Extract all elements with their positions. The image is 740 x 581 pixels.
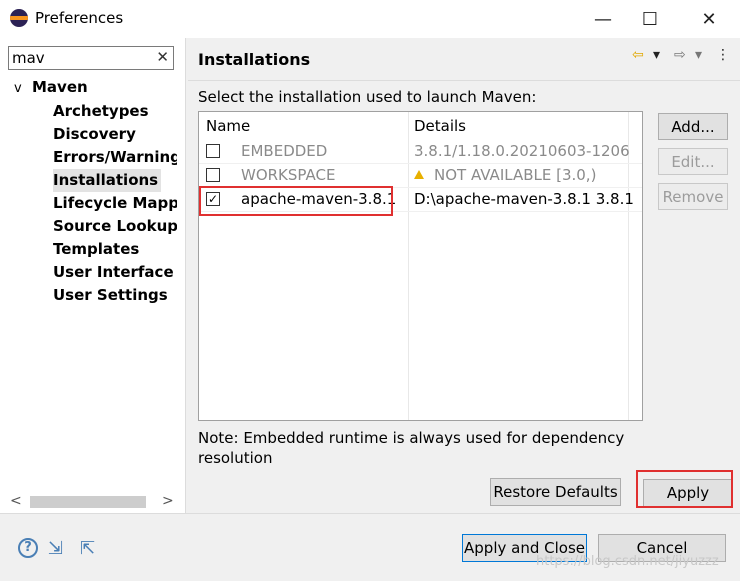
window-title: Preferences: [35, 9, 124, 27]
column-header-details[interactable]: Details: [414, 117, 466, 135]
title-bar: Preferences — ☐ ✕: [0, 0, 740, 38]
view-menu-icon[interactable]: ⋮: [716, 47, 730, 63]
import-icon[interactable]: ⇲: [48, 538, 70, 559]
installation-details: D:\apache-maven-3.8.1 3.8.1: [414, 190, 634, 208]
page-title: Installations: [198, 50, 311, 69]
installation-name: WORKSPACE: [241, 166, 336, 184]
table-header: Name Details: [199, 112, 642, 140]
restore-defaults-button[interactable]: Restore Defaults: [490, 478, 621, 506]
remove-button[interactable]: Remove: [658, 183, 728, 210]
minimize-button[interactable]: —: [580, 4, 626, 34]
scrollbar-thumb[interactable]: [30, 496, 146, 508]
installation-name: EMBEDDED: [241, 142, 328, 160]
forward-menu-icon[interactable]: ▾: [695, 47, 702, 63]
preference-page: Installations ⇦ ▾ ⇨ ▾ ⋮ Select the insta…: [188, 38, 740, 513]
tree-item-templates[interactable]: Templates: [53, 238, 177, 261]
column-header-name[interactable]: Name: [206, 117, 250, 135]
page-header: Installations ⇦ ▾ ⇨ ▾ ⋮: [188, 38, 740, 81]
tree-item-user-settings[interactable]: User Settings: [53, 284, 177, 307]
tree-item-discovery[interactable]: Discovery: [53, 123, 177, 146]
tree-item-source-lookup[interactable]: Source Lookup: [53, 215, 177, 238]
watermark: https://blog.csdn.net/jiyuzzz: [536, 554, 719, 569]
edit-button[interactable]: Edit...: [658, 148, 728, 175]
installation-details: 3.8.1/1.18.0.20210603-1206: [414, 142, 630, 160]
tree-node-label: Maven: [32, 78, 88, 96]
selection-highlight-annotation: [199, 186, 393, 216]
tree-children: Archetypes Discovery Errors/Warnings Ins…: [53, 100, 177, 307]
scroll-right-icon[interactable]: >: [162, 493, 174, 509]
table-row[interactable]: EMBEDDED 3.8.1/1.18.0.20210603-1206: [199, 140, 642, 164]
help-icon[interactable]: ?: [18, 538, 38, 558]
tree-item-lifecycle-mappings[interactable]: Lifecycle Mappings: [53, 192, 177, 215]
installation-details: NOT AVAILABLE [3.0,): [414, 166, 596, 184]
filter-input[interactable]: [9, 47, 149, 69]
expand-caret-icon[interactable]: v: [14, 81, 32, 96]
forward-arrow-icon[interactable]: ⇨: [674, 47, 686, 63]
eclipse-icon: [10, 9, 28, 27]
export-icon[interactable]: ⇱: [80, 538, 102, 559]
embedded-runtime-note: Note: Embedded runtime is always used fo…: [198, 429, 625, 467]
installations-prompt: Select the installation used to launch M…: [198, 88, 537, 106]
back-arrow-icon[interactable]: ⇦: [632, 47, 644, 63]
tree-item-archetypes[interactable]: Archetypes: [53, 100, 177, 123]
table-row[interactable]: WORKSPACE NOT AVAILABLE [3.0,): [199, 164, 642, 188]
add-button[interactable]: Add...: [658, 113, 728, 140]
maximize-button[interactable]: ☐: [627, 4, 673, 34]
horizontal-scrollbar[interactable]: < >: [8, 493, 176, 511]
scroll-left-icon[interactable]: <: [10, 493, 22, 509]
close-button[interactable]: ✕: [686, 4, 732, 34]
warning-icon: [414, 170, 424, 179]
installations-table[interactable]: Name Details EMBEDDED 3.8.1/1.18.0.20210…: [198, 111, 643, 421]
dialog-footer: ? ⇲ ⇱ Apply and Close Cancel https://blo…: [0, 513, 740, 581]
back-menu-icon[interactable]: ▾: [653, 47, 660, 63]
tree-item-user-interface[interactable]: User Interface: [53, 261, 177, 284]
preferences-tree-pane: ✕ vMaven Archetypes Discovery Errors/War…: [0, 38, 185, 513]
tree-item-errors-warnings[interactable]: Errors/Warnings: [53, 146, 177, 169]
row-checkbox[interactable]: [206, 168, 220, 182]
apply-highlight-annotation: [636, 470, 733, 508]
tree-item-installations[interactable]: Installations: [53, 169, 162, 192]
row-checkbox[interactable]: [206, 144, 220, 158]
clear-filter-icon[interactable]: ✕: [156, 48, 169, 66]
filter-box: ✕: [8, 46, 174, 70]
tree-node-maven[interactable]: v Maven: [14, 78, 88, 96]
